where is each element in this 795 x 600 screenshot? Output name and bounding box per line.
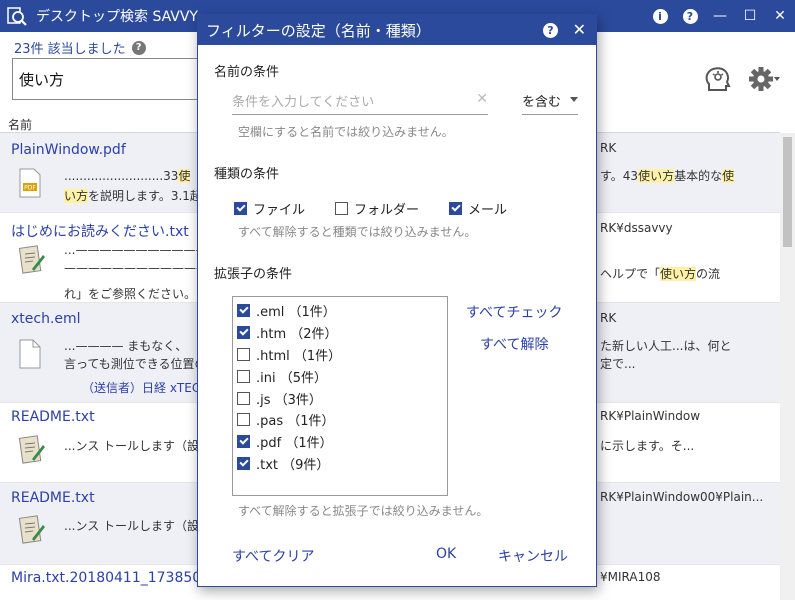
- type-checkbox-mail[interactable]: メール: [449, 199, 507, 218]
- name-condition-input[interactable]: 条件を入力してください ✕: [232, 85, 488, 115]
- type-section-title: 種類の条件: [214, 167, 280, 182]
- result-snippet-line: ...ンス トールします（設: [64, 519, 200, 533]
- result-file-name[interactable]: Mira.txt.20180411_173850: [11, 570, 201, 586]
- checkbox-unchecked-icon[interactable]: [237, 413, 250, 427]
- extension-item[interactable]: .eml （1件）: [237, 300, 443, 322]
- checkbox-unchecked-icon[interactable]: [335, 202, 349, 215]
- result-file-name[interactable]: xtech.eml: [11, 311, 81, 327]
- result-help-icon[interactable]: ?: [131, 40, 146, 55]
- result-path: ¥MIRA108: [600, 570, 661, 584]
- search-app-icon: [7, 7, 27, 26]
- search-input[interactable]: 使い方: [12, 58, 207, 100]
- ext-section-title: 拡張子の条件: [214, 267, 293, 282]
- column-header-name[interactable]: 名前: [8, 116, 32, 133]
- name-condition-select[interactable]: を含む: [522, 85, 578, 115]
- pdf-icon: PDF: [19, 168, 41, 198]
- text-file-icon: [18, 515, 45, 544]
- result-file-name[interactable]: PlainWindow.pdf: [11, 142, 126, 158]
- minimize-button[interactable]: —: [705, 0, 735, 32]
- check-all-button[interactable]: すべてチェック: [466, 302, 562, 322]
- result-snippet-line: ...ンス トールします（設: [64, 439, 200, 453]
- svg-text:PDF: PDF: [24, 185, 36, 192]
- result-path: RK: [600, 141, 617, 155]
- close-button[interactable]: ✕: [765, 0, 795, 32]
- type-checkbox-file[interactable]: ファイル: [234, 199, 305, 218]
- type-checkbox-group: ファイル フォルダー メール: [234, 199, 507, 218]
- text-file-icon: [18, 245, 45, 274]
- text-file-icon: [18, 435, 45, 464]
- result-scrollbar[interactable]: [780, 133, 795, 600]
- dialog-title: フィルターの設定（名前・種類）: [206, 21, 431, 40]
- extension-item[interactable]: .ini （5件）: [237, 365, 443, 387]
- result-snippet-line: ...———— まもなく、: [64, 339, 188, 353]
- result-snippet-line: ..........................33使: [64, 169, 191, 183]
- result-snippet-line: れ」をご参照ください。: [64, 287, 197, 301]
- result-path: RK¥PlainWindow00¥Plain...: [600, 490, 764, 504]
- result-sender: （送信者）日経 xTECH: [82, 381, 210, 395]
- ext-hint: すべて解除すると拡張子では絞り込みません。: [238, 504, 489, 518]
- checkbox-checked-icon[interactable]: [449, 202, 463, 215]
- result-path: RK: [600, 311, 617, 325]
- uncheck-all-button[interactable]: すべて解除: [480, 334, 548, 354]
- extension-item[interactable]: .html （1件）: [237, 344, 443, 366]
- result-snippet-right: 定で...: [600, 357, 636, 371]
- result-path: RK¥PlainWindow: [600, 409, 701, 423]
- help-button[interactable]: ?: [675, 0, 705, 32]
- mail-file-icon: [19, 339, 41, 369]
- result-count-text: 23件 該当しました: [14, 42, 126, 57]
- cancel-button[interactable]: キャンセル: [498, 546, 568, 566]
- result-count: 23件 該当しました ?: [14, 38, 146, 57]
- checkbox-unchecked-icon[interactable]: [237, 347, 250, 361]
- result-snippet-right: に示します。そ...: [600, 439, 695, 453]
- type-checkbox-folder[interactable]: フォルダー: [335, 199, 419, 218]
- gear-icon[interactable]: [747, 64, 781, 94]
- result-snippet-line: い方を説明します。3.1起: [64, 189, 202, 203]
- info-button[interactable]: i: [645, 0, 675, 32]
- name-section-title: 名前の条件: [214, 65, 280, 80]
- extension-item[interactable]: .pdf （1件）: [237, 431, 443, 453]
- dialog-titlebar: フィルターの設定（名前・種類） ? ✕: [198, 15, 596, 45]
- extension-item[interactable]: .js （3件）: [237, 387, 443, 409]
- result-snippet-right: す。43使い方基本的な使: [600, 169, 735, 183]
- window-controls: i ? — ☐ ✕: [645, 0, 795, 32]
- maximize-button[interactable]: ☐: [735, 0, 765, 32]
- name-hint: 空欄にすると名前では絞り込みません。: [238, 125, 454, 139]
- toolbar-right: [703, 64, 781, 94]
- checkbox-unchecked-icon[interactable]: [237, 369, 250, 383]
- extension-item[interactable]: .pas （1件）: [237, 409, 443, 431]
- extension-item[interactable]: .htm （2件）: [237, 322, 443, 344]
- result-snippet-line: 言っても測位できる位置の: [64, 357, 207, 371]
- type-hint: すべて解除すると種類では絞り込みません。: [238, 225, 477, 239]
- app-title: デスクトップ検索 SAVVY: [36, 9, 198, 25]
- clear-all-button[interactable]: すべてクリア: [232, 546, 314, 566]
- checkbox-unchecked-icon[interactable]: [237, 391, 250, 405]
- result-snippet-right: ヘルプで「使い方の流: [600, 267, 721, 281]
- result-snippet-right: た新しい人工...は、何と: [600, 339, 732, 353]
- filter-dialog: フィルターの設定（名前・種類） ? ✕ 名前の条件 条件を入力してください ✕ …: [197, 14, 597, 587]
- result-file-name[interactable]: README.txt: [11, 490, 95, 506]
- chevron-down-icon: [570, 97, 578, 102]
- name-condition-value: を含む: [522, 95, 562, 110]
- result-file-name[interactable]: README.txt: [11, 409, 95, 425]
- extension-item[interactable]: .txt （9件）: [237, 453, 443, 475]
- info-icon: i: [652, 8, 668, 24]
- scrollbar-thumb[interactable]: [783, 137, 792, 247]
- clear-icon[interactable]: ✕: [476, 91, 488, 107]
- extension-list[interactable]: .eml （1件） .htm （2件） .html （1件） .ini （5件）…: [232, 296, 448, 496]
- checkbox-checked-icon[interactable]: [237, 456, 250, 470]
- help-icon: ?: [682, 8, 698, 24]
- name-condition-placeholder: 条件を入力してください: [232, 95, 375, 110]
- checkbox-checked-icon[interactable]: [234, 202, 247, 215]
- result-path: RK¥dssavvy: [600, 221, 673, 235]
- checkbox-checked-icon[interactable]: [237, 304, 250, 318]
- checkbox-checked-icon[interactable]: [237, 435, 250, 449]
- head-idea-icon[interactable]: [703, 64, 733, 94]
- checkbox-checked-icon[interactable]: [237, 326, 250, 340]
- ok-button[interactable]: OK: [436, 546, 456, 562]
- dialog-close-button[interactable]: ✕: [573, 20, 586, 39]
- dialog-help-icon[interactable]: ?: [543, 23, 558, 38]
- result-file-name[interactable]: はじめにお読みください.txt: [11, 221, 189, 241]
